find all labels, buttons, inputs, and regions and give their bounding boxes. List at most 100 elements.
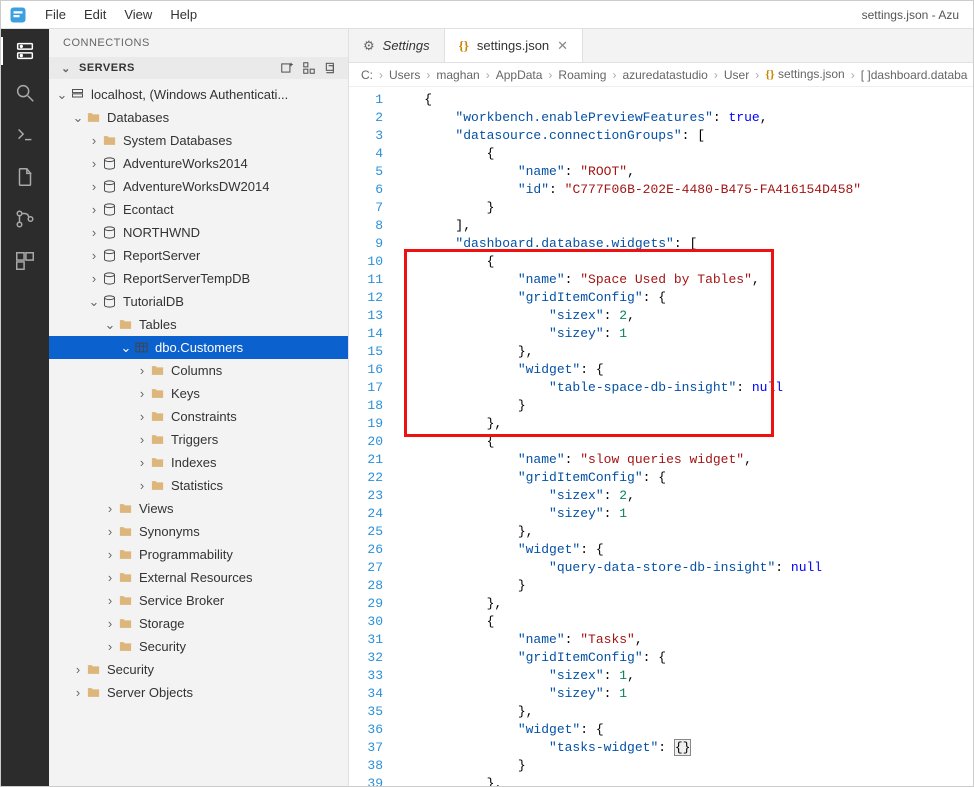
breadcrumb-item[interactable]: C: (361, 68, 373, 82)
tree-label: ReportServerTempDB (123, 271, 250, 286)
tree-label: Triggers (171, 432, 218, 447)
tree-label: Tables (139, 317, 177, 332)
sys_dbs-node[interactable]: ›System Databases (49, 129, 348, 152)
sidebar-title: CONNECTIONS (49, 29, 348, 57)
search-activity-icon[interactable] (11, 79, 39, 107)
twisty-icon: › (103, 524, 117, 539)
awdw2014-node[interactable]: ›AdventureWorksDW2014 (49, 175, 348, 198)
tree-label: Constraints (171, 409, 237, 424)
security_db-node[interactable]: ›Security (49, 635, 348, 658)
aw2014-node[interactable]: ›AdventureWorks2014 (49, 152, 348, 175)
indexes-node[interactable]: ›Indexes (49, 451, 348, 474)
breadcrumb-item[interactable]: [ ]dashboard.databa (861, 68, 968, 82)
server-tree: ⌄localhost, (Windows Authenticati... ⌄ Dat… (49, 79, 348, 786)
node-icon (101, 294, 117, 310)
tables-node[interactable]: ⌄ Tables (49, 313, 348, 336)
breadcrumb-item[interactable]: azuredatastudio (622, 68, 707, 82)
tree-label: Columns (171, 363, 222, 378)
code-content[interactable]: { "workbench.enablePreviewFeatures": tru… (393, 87, 973, 786)
server-node[interactable]: ⌄localhost, (Windows Authenticati... (49, 83, 348, 106)
storage-node[interactable]: ›Storage (49, 612, 348, 635)
tutorialdb-node[interactable]: ⌄TutorialDB (49, 290, 348, 313)
dbo-customers-node[interactable]: ⌄ dbo.Customers (49, 336, 348, 359)
tree-label: Econtact (123, 202, 174, 217)
terminal-activity-icon[interactable] (11, 121, 39, 149)
tab-settings-json[interactable]: {} settings.json ✕ (445, 29, 583, 62)
tree-label: Databases (107, 110, 169, 125)
new-group-icon[interactable] (302, 61, 316, 75)
views-node[interactable]: ›Views (49, 497, 348, 520)
twisty-icon: › (87, 202, 101, 217)
breadcrumbs[interactable]: C:›Users›maghan›AppData›Roaming›azuredat… (349, 63, 973, 87)
databases-node[interactable]: ⌄ Databases (49, 106, 348, 129)
node-icon (149, 455, 165, 471)
keys-node[interactable]: ›Keys (49, 382, 348, 405)
tab-settings[interactable]: ⚙ Settings (349, 29, 445, 62)
triggers-node[interactable]: ›Triggers (49, 428, 348, 451)
reportservertemp-node[interactable]: › ReportServerTempDB (49, 267, 348, 290)
twisty-icon: ⌄ (71, 110, 85, 126)
twisty-icon: › (71, 662, 85, 677)
twisty-icon: › (103, 616, 117, 631)
tree-label: Views (139, 501, 173, 516)
menu-edit[interactable]: Edit (76, 4, 114, 25)
tree-label: Service Broker (139, 593, 224, 608)
node-icon (149, 363, 165, 379)
node-icon (149, 478, 165, 494)
twisty-icon: › (87, 271, 101, 286)
breadcrumb-item[interactable]: Users (389, 68, 420, 82)
ext_res-node[interactable]: ›External Resources (49, 566, 348, 589)
menu-file[interactable]: File (37, 4, 74, 25)
connections-sidebar: CONNECTIONS ⌄ SERVERS ⌄localhost, (Windo… (49, 29, 349, 786)
breadcrumb-item[interactable]: AppData (496, 68, 543, 82)
tree-label: AdventureWorksDW2014 (123, 179, 269, 194)
node-icon (101, 225, 117, 241)
tree-label: Security (107, 662, 154, 677)
code-editor[interactable]: 1234567891011121314151617181920212223242… (349, 87, 973, 786)
node-icon (101, 202, 117, 218)
node-icon (117, 547, 133, 563)
new-connection-icon[interactable] (280, 61, 294, 75)
security_srv-node[interactable]: › Security (49, 658, 348, 681)
breadcrumb-item[interactable]: User (724, 68, 749, 82)
close-icon[interactable]: ✕ (557, 38, 568, 54)
northwnd-node[interactable]: ›NORTHWND (49, 221, 348, 244)
twisty-icon: › (103, 593, 117, 608)
source-control-activity-icon[interactable] (11, 205, 39, 233)
explorer-activity-icon[interactable] (11, 163, 39, 191)
statistics-node[interactable]: ›Statistics (49, 474, 348, 497)
svc_broker-node[interactable]: › Service Broker (49, 589, 348, 612)
node-icon (149, 409, 165, 425)
breadcrumb-item[interactable]: {} settings.json (765, 67, 845, 82)
tree-label: dbo.Customers (155, 340, 243, 355)
breadcrumb-item[interactable]: maghan (436, 68, 479, 82)
breadcrumb-item[interactable]: Roaming (558, 68, 606, 82)
synonyms-node[interactable]: ›Synonyms (49, 520, 348, 543)
twisty-icon: ⌄ (87, 294, 101, 310)
twisty-icon: ⌄ (119, 340, 133, 356)
node-icon (117, 616, 133, 632)
line-gutter: 1234567891011121314151617181920212223242… (349, 87, 393, 786)
twisty-icon: › (103, 639, 117, 654)
menu-view[interactable]: View (116, 4, 160, 25)
node-icon (101, 156, 117, 172)
collapse-all-icon[interactable] (324, 61, 338, 75)
extensions-activity-icon[interactable] (11, 247, 39, 275)
constraints-node[interactable]: ›Constraints (49, 405, 348, 428)
twisty-icon: ⌄ (103, 317, 117, 333)
programmability-node[interactable]: ›Programmability (49, 543, 348, 566)
twisty-icon: › (135, 386, 149, 401)
node-icon (133, 340, 149, 356)
reportserver-node[interactable]: ›ReportServer (49, 244, 348, 267)
econtact-node[interactable]: › Econtact (49, 198, 348, 221)
servers-section-header[interactable]: ⌄ SERVERS (49, 57, 348, 79)
window-title: settings.json - Azu (862, 8, 959, 22)
servers-activity-icon[interactable] (11, 37, 39, 65)
columns-node[interactable]: ›Columns (49, 359, 348, 382)
server_objects-node[interactable]: ›Server Objects (49, 681, 348, 704)
node-icon (117, 524, 133, 540)
gear-icon: ⚙ (363, 38, 375, 54)
tree-label: ReportServer (123, 248, 200, 263)
menu-help[interactable]: Help (162, 4, 205, 25)
editor-area: ⚙ Settings {} settings.json ✕ C:›Users›m… (349, 29, 973, 786)
